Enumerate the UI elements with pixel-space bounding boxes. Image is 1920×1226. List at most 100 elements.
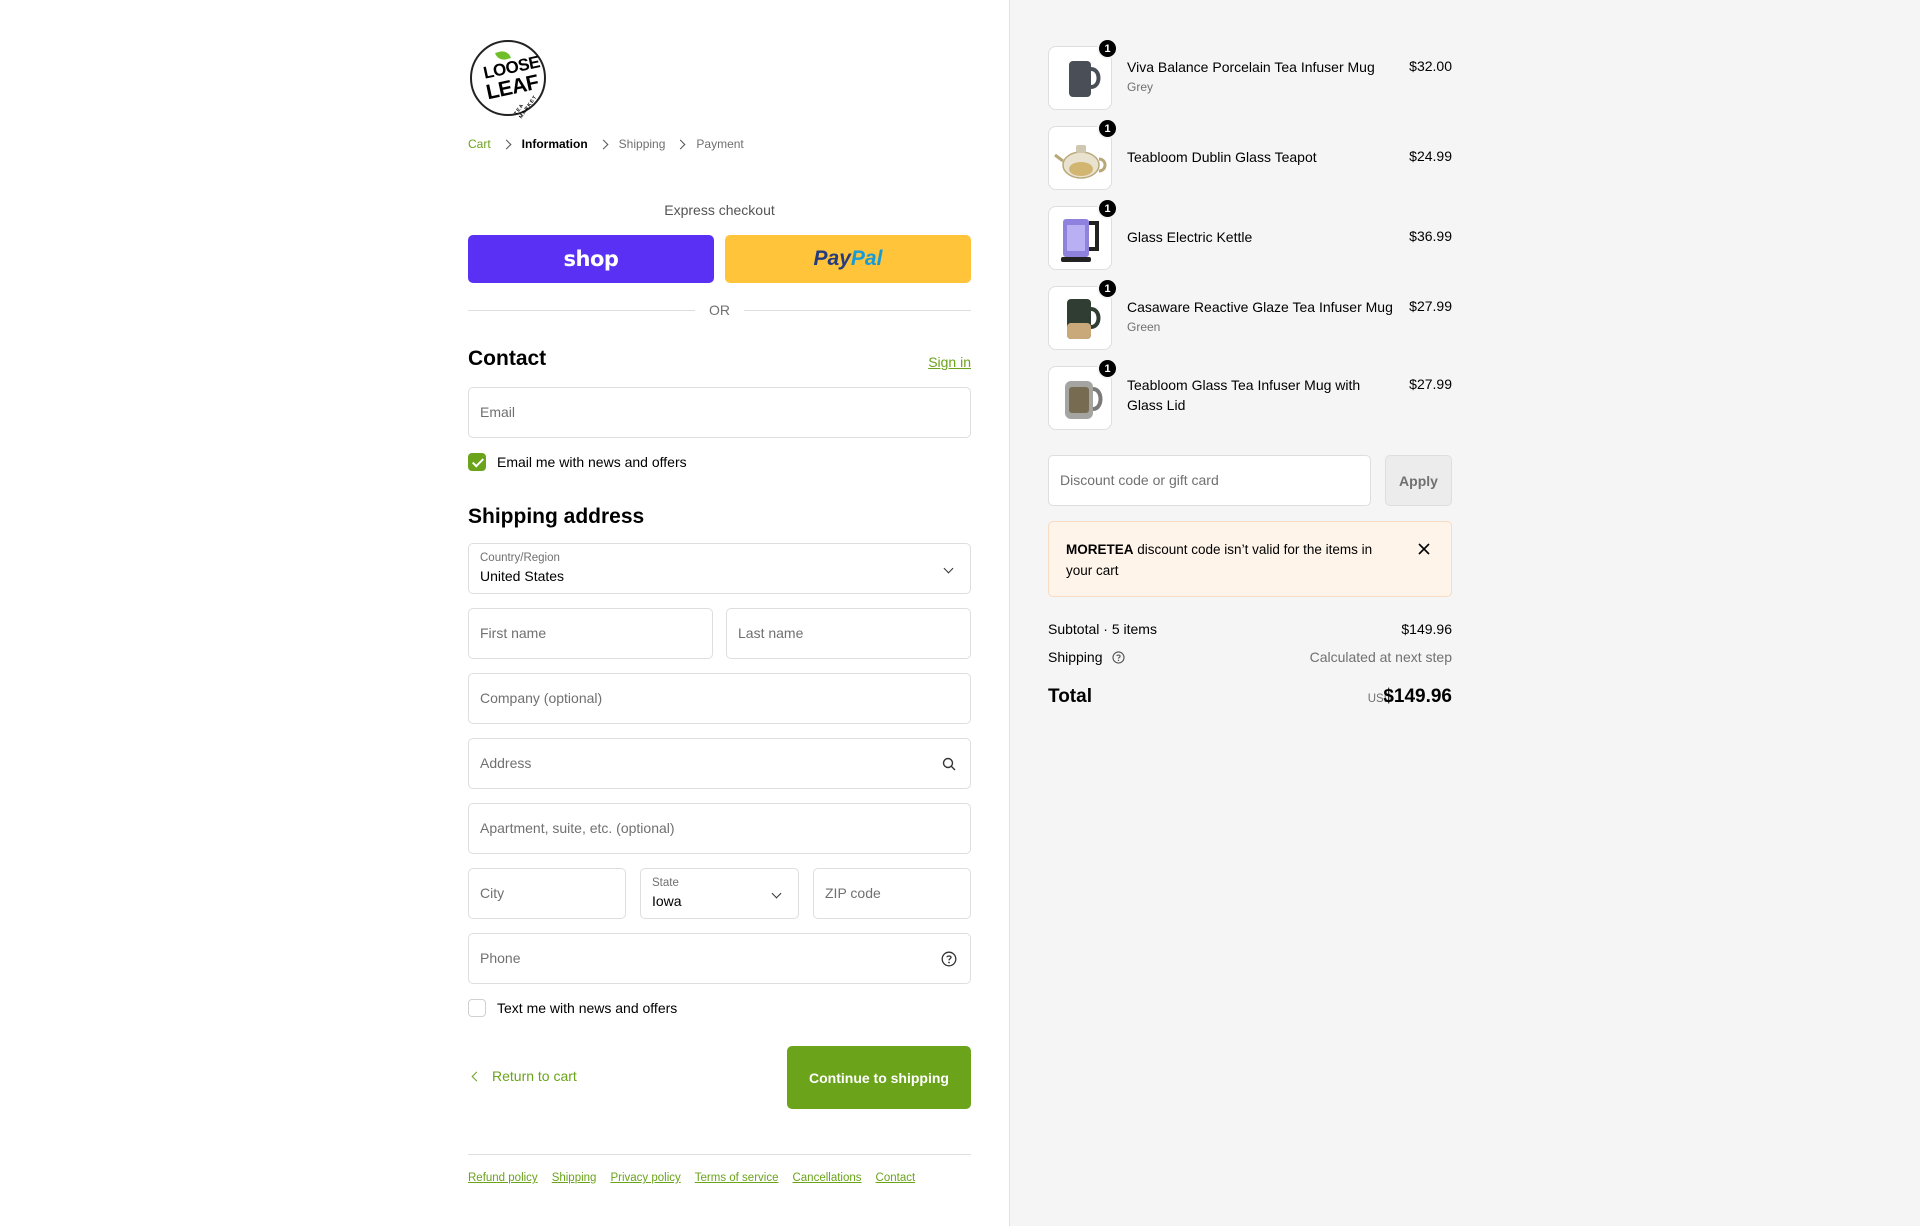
zip-field[interactable]: ZIP code xyxy=(813,868,971,919)
quantity-badge: 1 xyxy=(1097,38,1118,59)
discount-error-notice: MORETEA discount code isn’t valid for th… xyxy=(1048,521,1452,597)
item-variant: Grey xyxy=(1127,80,1154,94)
breadcrumb-shipping: Shipping xyxy=(618,137,666,151)
return-to-cart-label: Return to cart xyxy=(492,1068,577,1084)
apartment-placeholder: Apartment, suite, etc. (optional) xyxy=(480,820,675,836)
state-value: Iowa xyxy=(652,893,682,909)
city-placeholder: City xyxy=(480,885,505,901)
apartment-field[interactable]: Apartment, suite, etc. (optional) xyxy=(468,803,971,854)
breadcrumb-information: Information xyxy=(521,137,588,151)
item-price: $32.00 xyxy=(1409,58,1452,74)
item-title: Teabloom Glass Tea Infuser Mug with Glas… xyxy=(1127,377,1361,413)
company-field[interactable]: Company (optional) xyxy=(468,673,971,724)
phone-placeholder: Phone xyxy=(480,950,521,966)
chevron-right-icon xyxy=(675,139,686,149)
email-field[interactable]: Email xyxy=(468,387,971,438)
item-price: $36.99 xyxy=(1409,228,1452,244)
country-label: Country/Region xyxy=(480,552,560,564)
shipping-address-heading: Shipping address xyxy=(468,505,645,528)
quantity-badge: 1 xyxy=(1097,278,1118,299)
notice-message: MORETEA discount code isn’t valid for th… xyxy=(1066,539,1396,581)
paypal-wordmark-part1: Pay xyxy=(813,247,851,270)
or-divider: OR xyxy=(468,302,971,318)
total-row: Total USD $149.96 xyxy=(1048,686,1452,708)
state-select[interactable]: State Iowa xyxy=(640,868,799,919)
subtotal-label: Subtotal · 5 items xyxy=(1048,621,1157,637)
chevron-down-icon xyxy=(943,563,954,574)
footer-link-shipping[interactable]: Shipping xyxy=(552,1172,597,1184)
discount-placeholder: Discount code or gift card xyxy=(1060,472,1219,488)
company-placeholder: Company (optional) xyxy=(480,690,603,706)
notice-code: MORETEA xyxy=(1066,542,1134,557)
text-news-checkbox[interactable] xyxy=(468,999,486,1017)
continue-to-shipping-button[interactable]: Continue to shipping xyxy=(787,1046,971,1109)
breadcrumb-payment: Payment xyxy=(696,137,744,151)
store-logo[interactable]: LOOSE LEAF TEA MARKET xyxy=(470,40,546,120)
discount-code-input[interactable]: Discount code or gift card xyxy=(1048,455,1371,506)
shipping-value: Calculated at next step xyxy=(1309,649,1452,665)
order-summary-panel: 1 Viva Balance Porcelain Tea Infuser Mug… xyxy=(1009,0,1920,1226)
paypal-wordmark-part2: Pal xyxy=(850,247,883,270)
cart-item: 1 Glass Electric Kettle $36.99 xyxy=(1048,198,1452,270)
item-title: Viva Balance Porcelain Tea Infuser Mug xyxy=(1127,59,1375,75)
footer-link-cancellations[interactable]: Cancellations xyxy=(792,1172,861,1184)
phone-field[interactable]: Phone xyxy=(468,933,971,984)
sign-in-link[interactable]: Sign in xyxy=(928,354,971,370)
cart-item: 1 Teabloom Dublin Glass Teapot $24.99 xyxy=(1048,118,1452,190)
item-title: Casaware Reactive Glaze Tea Infuser Mug xyxy=(1127,299,1393,315)
first-name-field[interactable]: First name xyxy=(468,608,713,659)
quantity-badge: 1 xyxy=(1097,358,1118,379)
shipping-label: Shipping xyxy=(1048,649,1103,665)
item-title: Glass Electric Kettle xyxy=(1127,229,1253,245)
divider-line xyxy=(468,309,695,311)
text-news-label: Text me with news and offers xyxy=(497,1000,678,1016)
checkout-main-panel: LOOSE LEAF TEA MARKET Cart Information S… xyxy=(0,0,1009,1226)
subtotal-row: Subtotal · 5 items $149.96 xyxy=(1048,621,1452,637)
return-to-cart-link[interactable]: Return to cart xyxy=(468,1068,577,1084)
footer-link-terms[interactable]: Terms of service xyxy=(695,1172,779,1184)
item-price: $24.99 xyxy=(1409,148,1452,164)
total-label: Total xyxy=(1048,686,1092,707)
apply-discount-button[interactable]: Apply xyxy=(1385,455,1452,506)
footer-divider xyxy=(468,1154,971,1155)
footer-link-refund[interactable]: Refund policy xyxy=(468,1172,538,1184)
city-field[interactable]: City xyxy=(468,868,626,919)
help-icon[interactable] xyxy=(941,951,957,967)
shop-pay-button[interactable]: shop xyxy=(468,235,714,283)
address-field[interactable]: Address xyxy=(468,738,971,789)
close-icon[interactable] xyxy=(1417,542,1431,556)
item-price: $27.99 xyxy=(1409,376,1452,392)
email-news-checkbox[interactable] xyxy=(468,453,486,471)
last-name-placeholder: Last name xyxy=(738,625,804,641)
breadcrumb-cart[interactable]: Cart xyxy=(468,137,491,151)
quantity-badge: 1 xyxy=(1097,198,1118,219)
cart-item: 1 Casaware Reactive Glaze Tea Infuser Mu… xyxy=(1048,278,1452,350)
subtotal-value: $149.96 xyxy=(1401,621,1452,637)
cart-item: 1 Viva Balance Porcelain Tea Infuser Mug… xyxy=(1048,38,1452,110)
help-icon[interactable] xyxy=(1112,651,1125,664)
total-value: $149.96 xyxy=(1383,686,1452,707)
shipping-row: Shipping Calculated at next step xyxy=(1048,649,1452,665)
item-variant: Green xyxy=(1127,320,1161,334)
paypal-button[interactable]: Pay Pal xyxy=(725,235,971,283)
cart-item: 1 Teabloom Glass Tea Infuser Mug with Gl… xyxy=(1048,358,1452,430)
chevron-left-icon xyxy=(471,1071,482,1081)
item-title: Teabloom Dublin Glass Teapot xyxy=(1127,149,1317,165)
footer-links: Refund policy Shipping Privacy policy Te… xyxy=(468,1172,929,1184)
country-select[interactable]: Country/Region United States xyxy=(468,543,971,594)
address-placeholder: Address xyxy=(480,755,532,771)
email-news-label: Email me with news and offers xyxy=(497,454,687,470)
chevron-right-icon xyxy=(501,139,512,149)
footer-link-privacy[interactable]: Privacy policy xyxy=(610,1172,680,1184)
chevron-right-icon xyxy=(598,139,609,149)
item-price: $27.99 xyxy=(1409,298,1452,314)
chevron-down-icon xyxy=(771,888,782,899)
footer-link-contact[interactable]: Contact xyxy=(876,1172,916,1184)
state-label: State xyxy=(652,877,679,889)
first-name-placeholder: First name xyxy=(480,625,547,641)
search-icon xyxy=(942,757,956,771)
express-checkout-title: Express checkout xyxy=(664,202,775,218)
last-name-field[interactable]: Last name xyxy=(726,608,971,659)
breadcrumb: Cart Information Shipping Payment xyxy=(468,137,744,151)
email-placeholder: Email xyxy=(480,404,516,420)
